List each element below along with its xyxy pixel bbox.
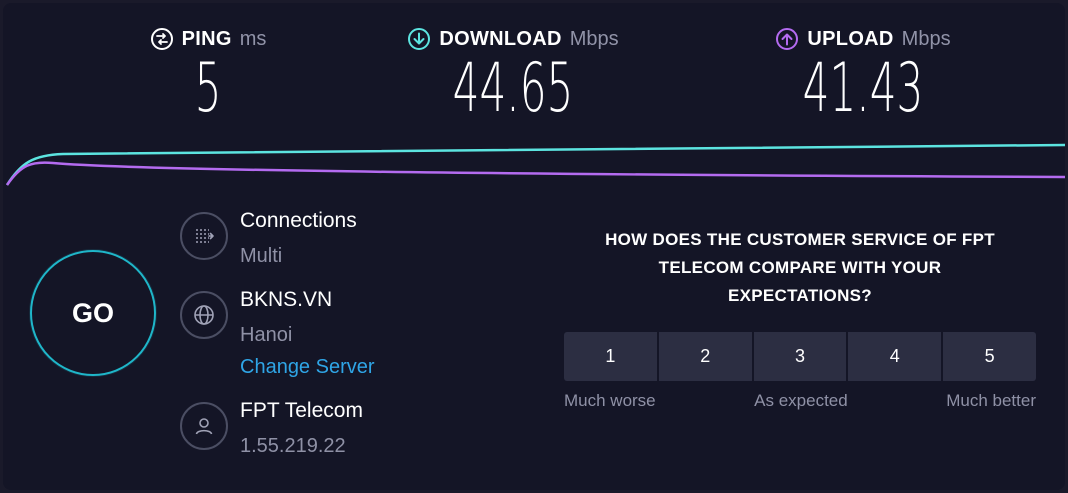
download-metric: DOWNLOAD Mbps 44.65 xyxy=(373,25,653,125)
ping-icon xyxy=(150,28,173,50)
isp-name: FPT Telecom xyxy=(240,399,363,422)
rating-scale-labels: Much worse As expected Much better xyxy=(564,391,1036,411)
rating-option-5[interactable]: 5 xyxy=(943,332,1036,381)
upload-speed-line xyxy=(5,161,1065,186)
connections-value: Multi xyxy=(240,245,283,267)
isp-info: FPT Telecom 1.55.219.22 xyxy=(180,399,363,459)
ping-value: 5 xyxy=(194,49,222,128)
survey-question: HOW DOES THE CUSTOMER SERVICE OF FPT TEL… xyxy=(605,230,995,305)
download-label: DOWNLOAD xyxy=(439,27,562,50)
upload-arrow-icon xyxy=(776,28,799,50)
ping-metric: PING ms 5 xyxy=(113,25,303,125)
download-unit: Mbps xyxy=(569,27,619,50)
ping-unit: ms xyxy=(239,27,267,50)
download-value: 44.65 xyxy=(452,49,574,128)
rating-option-2[interactable]: 2 xyxy=(658,332,754,381)
scale-mid-label: As expected xyxy=(754,391,848,410)
server-location: Hanoi xyxy=(240,324,293,346)
ping-label: PING xyxy=(181,27,232,50)
upload-unit: Mbps xyxy=(901,27,951,50)
download-arrow-icon xyxy=(408,28,431,50)
connections-icon xyxy=(180,212,228,260)
change-server-link[interactable]: Change Server xyxy=(240,354,375,380)
go-button[interactable]: GO xyxy=(30,250,156,376)
rating-scale: 1 2 3 4 5 xyxy=(564,332,1036,381)
server-info: BKNS.VN Hanoi Change Server xyxy=(180,288,375,380)
speed-graph xyxy=(5,143,1065,186)
upload-value: 41.43 xyxy=(802,49,924,128)
isp-ip: 1.55.219.22 xyxy=(240,435,346,457)
connections-info: Connections Multi xyxy=(180,209,357,269)
globe-icon xyxy=(180,291,228,339)
upload-label: UPLOAD xyxy=(807,27,894,50)
download-speed-line xyxy=(5,143,1065,186)
upload-metric: UPLOAD Mbps 41.43 xyxy=(723,25,1003,125)
server-name: BKNS.VN xyxy=(240,288,333,311)
scale-low-label: Much worse xyxy=(564,391,656,410)
user-icon xyxy=(180,402,228,450)
survey-panel: HOW DOES THE CUSTOMER SERVICE OF FPT TEL… xyxy=(564,226,1036,411)
rating-option-1[interactable]: 1 xyxy=(564,332,659,381)
scale-high-label: Much better xyxy=(946,391,1036,410)
rating-option-4[interactable]: 4 xyxy=(848,332,944,381)
connections-title: Connections xyxy=(240,209,357,232)
rating-option-3[interactable]: 3 xyxy=(753,332,849,381)
